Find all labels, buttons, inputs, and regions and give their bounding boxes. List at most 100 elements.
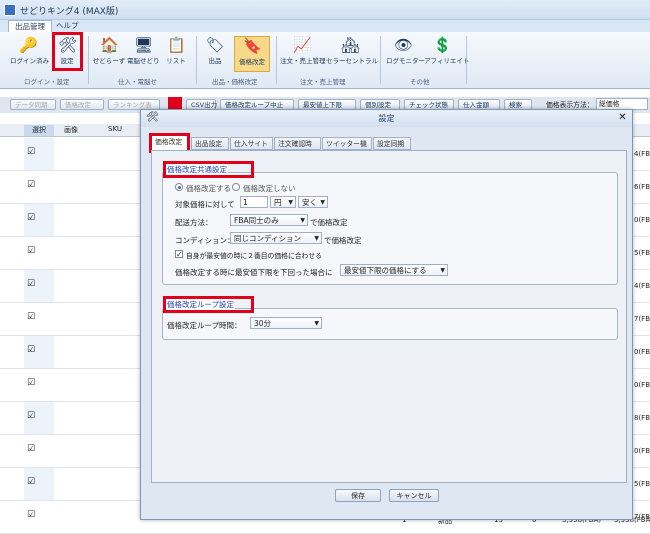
column-header-image[interactable]: 画像	[64, 125, 78, 135]
ribbon-separator	[88, 36, 89, 84]
store-icon: 🏘	[341, 36, 361, 54]
revise-off-label: 価格改定しない	[243, 184, 296, 193]
group-label-login: ログイン・設定	[24, 78, 70, 86]
price-cell: 5(FBA	[634, 249, 650, 257]
row-checkbox[interactable]: ☑	[27, 280, 36, 289]
revise-off-radio[interactable]	[232, 183, 240, 191]
dialog-title-bar[interactable]: 🛠 設定 ✕	[141, 110, 632, 127]
amount-value: 1	[243, 198, 248, 207]
listing-button[interactable]: 🏷 出品	[204, 36, 226, 72]
price-cell: 4(FBA	[634, 282, 650, 290]
login-button[interactable]: 🔑 ログイン済み	[10, 36, 49, 72]
price-display-label: 価格表示方法：	[546, 101, 594, 109]
row-checkbox[interactable]: ☑	[27, 379, 36, 388]
row-checkbox[interactable]: ☑	[27, 181, 36, 190]
save-button[interactable]: 保存	[335, 489, 381, 502]
cancel-button[interactable]: キャンセル	[389, 489, 439, 502]
shipping-select[interactable]: FBA同士のみ ▼	[230, 214, 308, 226]
direction-select[interactable]: 安く ▼	[298, 196, 328, 208]
target-price-label: 対象価格に対して	[175, 200, 235, 209]
lower-limit-value: 最安値下限の価格にする	[344, 266, 427, 275]
house-icon: 🏠	[100, 36, 119, 54]
column-header-sku[interactable]: SKU	[108, 125, 122, 133]
chevron-down-icon: ▼	[300, 217, 305, 224]
unit-value: 円	[274, 198, 282, 207]
row-checkbox[interactable]: ☑	[27, 478, 36, 487]
money-icon: 💲	[433, 36, 452, 54]
tab-twitter[interactable]: ツイッター機能	[322, 137, 372, 160]
tag-icon: 🏷	[206, 36, 226, 54]
price-cell: 0(FBA	[634, 447, 650, 455]
seller-central-button[interactable]: 🏘 セラーセントラル	[326, 36, 378, 72]
tab-order-confirm[interactable]: 注文確認時	[274, 137, 321, 150]
data-sync-button[interactable]: データ同期	[10, 99, 56, 110]
second-lowest-checkbox[interactable]: ✓	[175, 250, 183, 259]
row-checkbox[interactable]: ☑	[27, 445, 36, 454]
tab-listing-settings[interactable]: 出品設定	[191, 137, 229, 150]
loop-time-label: 価格改定ループ時間：	[167, 321, 242, 330]
list-button[interactable]: 📋 リスト	[162, 36, 190, 72]
row-checkbox[interactable]: ☑	[27, 148, 36, 157]
row-checkbox[interactable]: ☑	[27, 511, 36, 520]
app-icon	[4, 4, 16, 16]
price-cell: 0(FBA	[634, 348, 650, 356]
settings-highlight	[52, 32, 83, 71]
computer-icon: 🖥	[134, 36, 154, 54]
ribbon-separator	[276, 36, 277, 84]
revise-on-radio[interactable]	[175, 183, 183, 191]
price-cell: 6(FBA	[634, 183, 650, 191]
chart-icon: 📈	[293, 36, 312, 54]
price-display-value: 総価格	[599, 100, 620, 108]
row-checkbox[interactable]: ☑	[27, 214, 36, 223]
list-icon: 📋	[167, 36, 186, 54]
price-revise-button[interactable]: 価格改定	[60, 99, 104, 110]
second-lowest-label: 自身が最安値の時に２番目の価格に合わせる	[186, 252, 322, 260]
revise-on-label: 価格改定する	[186, 184, 231, 193]
ribbon-separator	[196, 36, 197, 84]
dialog-title: 設定	[378, 114, 395, 123]
online-sedori-button[interactable]: 🖥 電脳せどり	[127, 36, 160, 72]
row-checkbox[interactable]: ☑	[27, 247, 36, 256]
order-sales-button[interactable]: 📈 注文・売上管理	[280, 36, 326, 72]
affiliate-button[interactable]: 💲 アフィリエイト	[424, 36, 469, 72]
row-checkbox[interactable]: ☑	[27, 346, 36, 355]
lower-limit-label: 価格改定する時に最安値下限を下回った場合に	[175, 268, 333, 277]
condition-select[interactable]: 同じコンディション ▼	[230, 232, 322, 244]
condition-suffix: で価格改定	[324, 236, 362, 245]
group-label-purchase: 仕入・電脳せ	[118, 78, 157, 86]
log-monitor-button[interactable]: 👁 ログモニター	[386, 36, 425, 72]
tab-help[interactable]: ヘルプ	[50, 20, 85, 32]
tab-settings-sync[interactable]: 設定同期	[373, 137, 411, 150]
row-checkbox[interactable]: ☑	[27, 313, 36, 322]
title-bar: せどりキング4 (MAX版)	[0, 0, 650, 20]
loop-settings-highlight	[163, 296, 254, 313]
common-settings-highlight	[163, 161, 254, 178]
loop-time-value: 30分	[254, 319, 272, 328]
shipping-suffix: で価格改定	[310, 218, 348, 227]
amount-input[interactable]: 1	[240, 196, 268, 208]
close-icon[interactable]: ✕	[616, 112, 629, 124]
condition-value: 同じコンディション	[234, 234, 301, 243]
price-tag-icon: 🔖	[243, 37, 262, 55]
row-checkbox[interactable]: ☑	[27, 412, 36, 421]
tab-purchase-sites[interactable]: 仕入サイト	[230, 137, 273, 150]
chevron-down-icon: ▼	[440, 267, 445, 274]
condition-label: コンディション：	[175, 236, 235, 245]
price-cell: 7(FBA	[634, 315, 650, 323]
ribbon-separator	[466, 36, 467, 84]
loop-time-select[interactable]: 30分 ▼	[250, 317, 322, 329]
shipping-value: FBA同士のみ	[234, 216, 279, 225]
price-revision-button[interactable]: 🔖 価格改定	[234, 36, 270, 72]
monitor-icon: 👁	[394, 36, 414, 54]
ribbon: 🔑 ログイン済み 🛠 設定 🏠 せどらーず 🖥 電脳せどり 📋 リスト 🏷 出品 🔖 価格改定…	[0, 32, 650, 89]
column-header-select[interactable]: 選択	[24, 125, 54, 136]
key-icon: 🔑	[19, 36, 38, 54]
tab-listing-management[interactable]: 出品管理	[8, 20, 52, 32]
sedoras-button[interactable]: 🏠 せどらーず	[92, 36, 126, 72]
lower-limit-select[interactable]: 最安値下限の価格にする ▼	[340, 264, 448, 276]
price-cell: 4(FBA	[634, 150, 650, 158]
chevron-down-icon: ▼	[314, 235, 319, 242]
unit-select[interactable]: 円 ▼	[270, 196, 296, 208]
ribbon-tab-bar: 出品管理 ヘルプ	[0, 20, 650, 32]
price-cell: 0(FBA	[634, 216, 650, 224]
